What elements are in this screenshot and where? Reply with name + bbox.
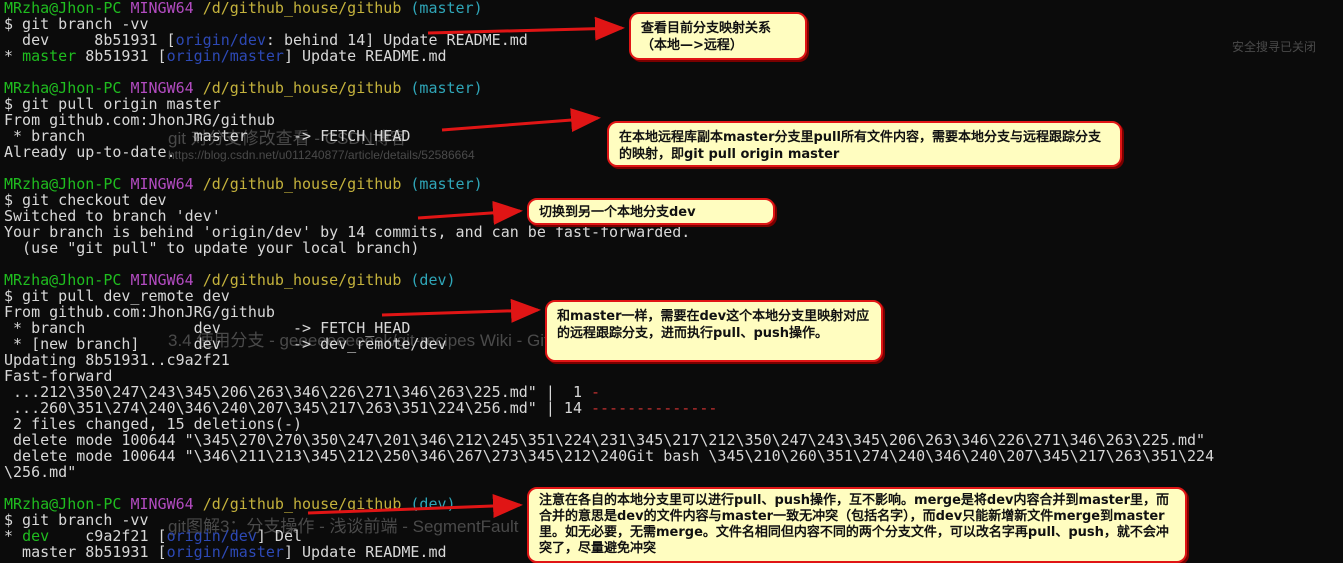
callout-pull-dev: 和master一样，需要在dev这个本地分支里映射对应的远程跟踪分支，进而执行p…: [545, 300, 883, 362]
callout-merge-note: 注意在各自的本地分支里可以进行pull、push操作，互不影响。merge是将d…: [527, 487, 1187, 563]
callout-pull-master: 在本地远程库副本master分支里pull所有文件内容，需要本地分支与远程跟踪分…: [607, 121, 1122, 167]
callout-checkout-dev: 切换到另一个本地分支dev: [527, 198, 775, 225]
callout-branch-mapping: 查看目前分支映射关系（本地—>远程）: [629, 12, 807, 60]
arrow-4: [381, 298, 541, 323]
arrow-5: [307, 494, 523, 519]
arrow-3: [417, 200, 523, 225]
annotation-arrows: [307, 16, 625, 519]
arrow-2: [441, 108, 601, 133]
arrow-1: [427, 16, 625, 41]
